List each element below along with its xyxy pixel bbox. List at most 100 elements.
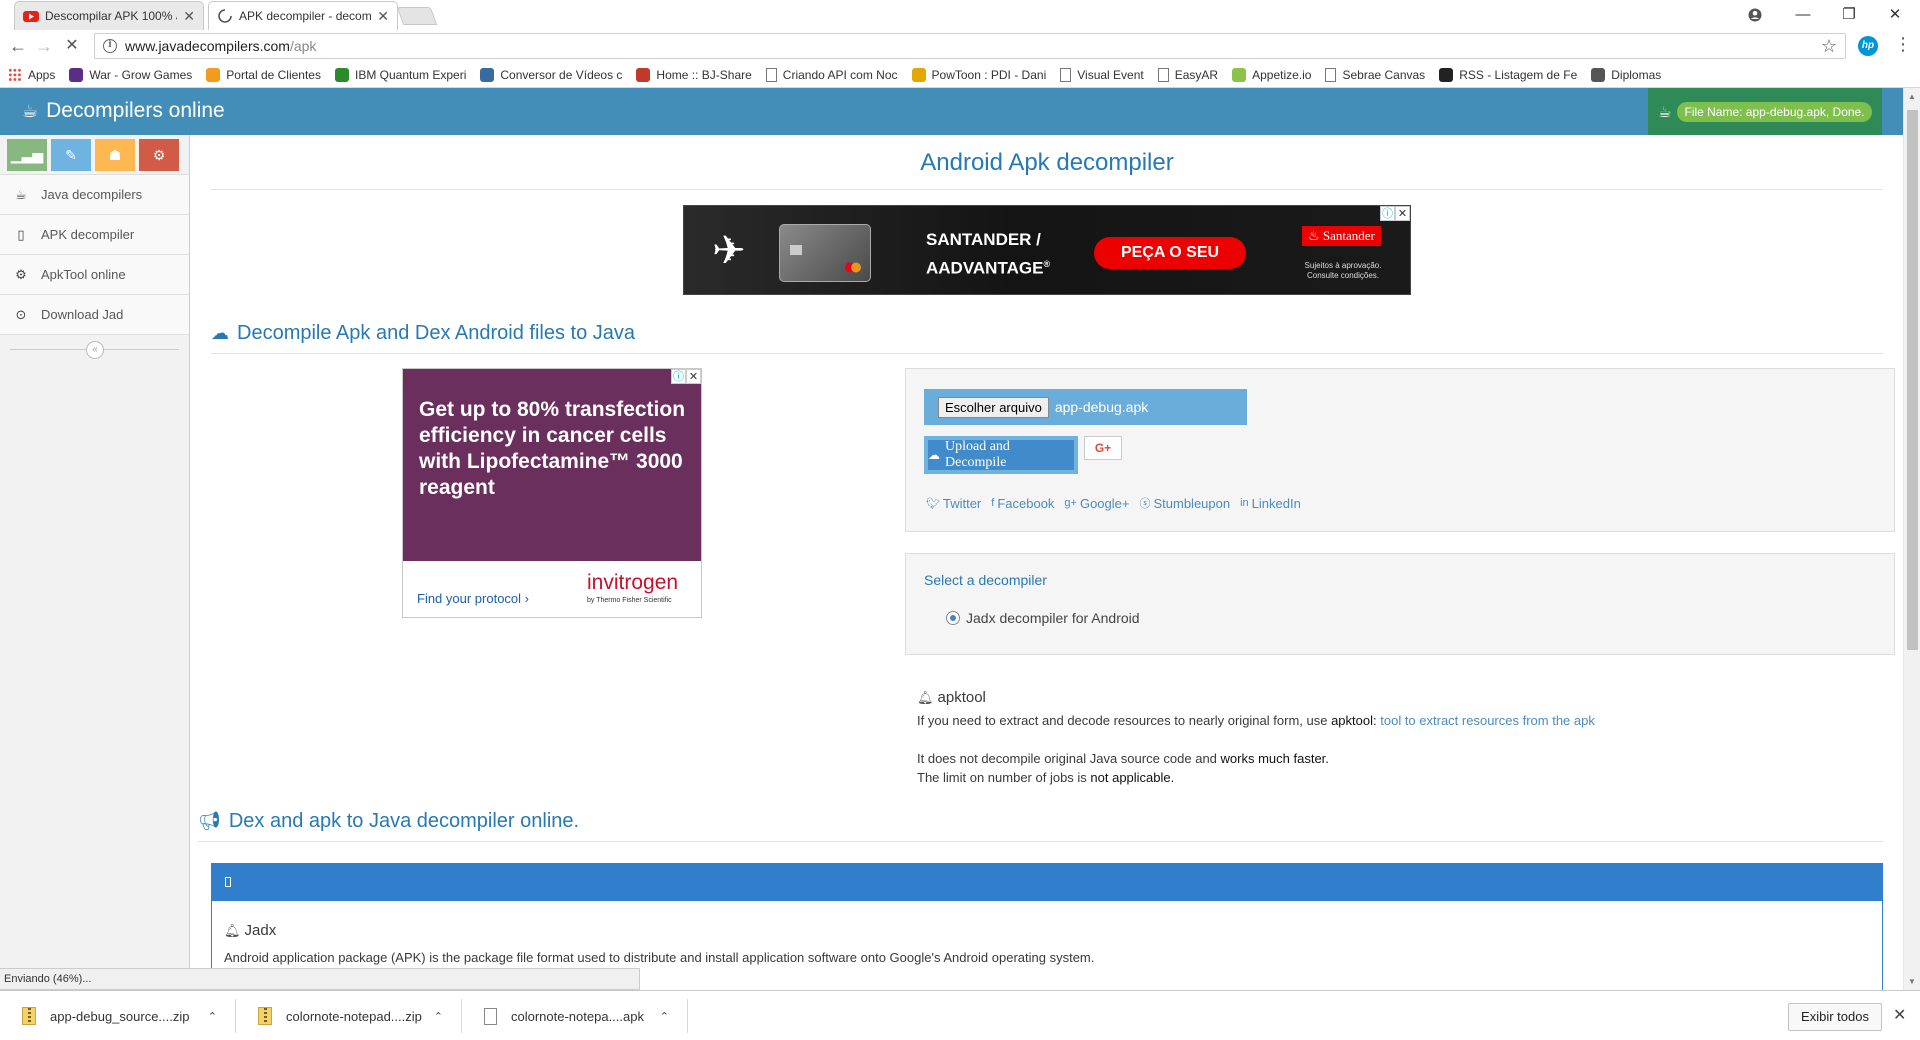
share-linkedin-link[interactable]: in LinkedIn (1240, 495, 1301, 511)
bookmark-item[interactable]: Conversor de Vídeos c (480, 67, 622, 82)
bookmark-label: Visual Event (1077, 67, 1144, 82)
sidebar-item-java-decompilers[interactable]: ☕ Java decompilers (0, 175, 189, 215)
ad-close-icon[interactable]: ✕ (1395, 206, 1410, 221)
santander-logo: ♨ Santander (1302, 226, 1381, 246)
institution-icon (1591, 67, 1606, 82)
download-item[interactable]: colornote-notepa....apk ⌃ (462, 999, 688, 1033)
bookmark-item[interactable]: Visual Event (1060, 67, 1144, 82)
googleplus-icon: g+ (1064, 497, 1077, 509)
share-googleplus-link[interactable]: g+ Google+ (1064, 495, 1129, 511)
chevron-up-icon[interactable]: ⌃ (660, 1010, 669, 1023)
close-tab-icon[interactable]: ✕ (377, 8, 389, 25)
close-tab-icon[interactable]: ✕ (183, 8, 195, 25)
double-chevron-left-icon[interactable]: « (86, 341, 104, 359)
bookmark-item[interactable]: Home :: BJ-Share (636, 67, 752, 82)
apps-grid-icon (8, 67, 22, 82)
download-item[interactable]: colornote-notepad....zip ⌃ (236, 999, 462, 1033)
file-input[interactable]: Escolher arquivo app-debug.apk (924, 389, 1247, 425)
bookmark-label: Portal de Clientes (226, 67, 321, 82)
file-status-badge: File Name: app-debug.apk, Done. (1677, 101, 1872, 122)
users-shortcut[interactable]: ☗ (95, 138, 135, 171)
bookmark-item[interactable]: IBM Quantum Experi (334, 67, 466, 82)
ad-close-icon[interactable]: ✕ (686, 369, 701, 384)
jadx-option[interactable]: Jadx decompiler for Android (946, 610, 1140, 626)
stop-loading-icon[interactable]: ✕ (60, 35, 84, 57)
download-file-name: colornote-notepa....apk (511, 1008, 644, 1024)
jadx-title: Jadx (244, 922, 277, 939)
scroll-up-arrow-icon[interactable]: ▲ (1908, 92, 1916, 101)
profile-icon[interactable] (1740, 4, 1770, 26)
upload-and-decompile-button[interactable]: ☁ Upload and Decompile (924, 436, 1078, 474)
file-icon (484, 1007, 497, 1025)
new-tab-button[interactable] (396, 7, 438, 25)
santander-ad-banner[interactable]: ✈ SANTANDER / AADVANTAGE® PEÇA O SEU ♨ S… (683, 205, 1411, 295)
bookmark-item[interactable]: Apps (8, 67, 55, 82)
share-facebook-link[interactable]: f Facebook (991, 495, 1054, 511)
bookmark-item[interactable]: War - Grow Games (69, 67, 192, 82)
apktool-link[interactable]: tool to extract resources from the apk (1380, 713, 1595, 728)
url-host: www.javadecompilers.com (125, 38, 290, 54)
zip-file-icon (22, 1007, 36, 1025)
close-downloads-icon[interactable]: ✕ (1893, 1005, 1906, 1025)
ad-choices[interactable]: ⓘ ✕ (671, 369, 701, 384)
page-info-icon[interactable]: i (103, 39, 117, 53)
powtoon-icon (911, 67, 926, 82)
restore-window-icon[interactable]: ❐ (1834, 4, 1864, 26)
show-all-downloads-button[interactable]: Exibir todos (1788, 1003, 1882, 1031)
bookmark-item[interactable]: EasyAR (1157, 67, 1218, 82)
share-stumbleupon-link[interactable]: ⓢ Stumbleupon (1139, 495, 1230, 511)
bookmark-item[interactable]: Appetize.io (1232, 67, 1311, 82)
bell-icon: 🔔︎ (917, 690, 934, 705)
pencil-icon: ✎ (65, 146, 77, 163)
chevron-up-icon[interactable]: ⌃ (434, 1010, 443, 1023)
back-arrow-icon[interactable]: ← (6, 35, 30, 57)
jadx-heading: 🔔︎ Jadx (224, 922, 276, 939)
hp-extension-icon[interactable]: hp (1858, 36, 1878, 56)
address-bar[interactable]: i www.javadecompilers.com/apk ☆ (94, 33, 1846, 59)
download-item[interactable]: app-debug_source....zip ⌃ (0, 999, 236, 1033)
choose-file-button[interactable]: Escolher arquivo (938, 396, 1049, 418)
share-label: Stumbleupon (1153, 495, 1231, 511)
bookmark-item[interactable]: Sebrae Canvas (1325, 67, 1425, 82)
chevron-up-icon[interactable]: ⌃ (208, 1010, 217, 1023)
edit-shortcut[interactable]: ✎ (51, 138, 91, 171)
share-label: Facebook (997, 495, 1055, 511)
ad-cta-button[interactable]: PEÇA O SEU (1094, 237, 1246, 269)
bookmark-item[interactable]: Criando API com Noc (765, 67, 898, 82)
browser-tab-youtube[interactable]: Descompilar APK 100% J ✕ (14, 1, 204, 30)
browser-tab-apk-decompiler[interactable]: APK decompiler - decom ✕ (208, 1, 398, 30)
share-twitter-link[interactable]: 🐦︎ Twitter (926, 495, 981, 511)
invitrogen-ad-banner[interactable]: Get up to 80% transfection efficiency in… (402, 368, 702, 618)
brand-link[interactable]: ☕ Decompilers online (22, 99, 225, 123)
stumbleupon-icon: ⓢ (1139, 498, 1151, 510)
browser-menu-icon[interactable]: ⋮ (1894, 34, 1912, 55)
bookmark-item[interactable]: PowToon : PDI - Dani (911, 67, 1046, 82)
scrollbar-thumb[interactable] (1907, 110, 1918, 650)
coffee-icon: ☕ (22, 100, 39, 121)
decompiler-select-panel: Select a decompiler Jadx decompiler for … (905, 553, 1895, 655)
close-window-icon[interactable]: ✕ (1880, 4, 1910, 26)
thermo-fisher-text: by Thermo Fisher Scientific (587, 597, 672, 604)
bookmark-item[interactable]: RSS - Listagem de Fe (1439, 67, 1577, 82)
forward-arrow-icon[interactable]: → (32, 35, 56, 57)
adchoices-info-icon[interactable]: ⓘ (1380, 206, 1395, 221)
settings-shortcut[interactable]: ⚙ (139, 138, 179, 171)
ad-choices[interactable]: ⓘ ✕ (1380, 206, 1410, 221)
page-scrollbar[interactable]: ▲ ▼ (1903, 88, 1920, 990)
scroll-down-arrow-icon[interactable]: ▼ (1908, 977, 1916, 986)
minimize-window-icon[interactable]: — (1788, 4, 1818, 26)
sidebar-item-apk-decompiler[interactable]: ▯ APK decompiler (0, 215, 189, 255)
adchoices-info-icon[interactable]: ⓘ (671, 369, 686, 384)
sidebar-item-apktool-online[interactable]: ⚙ ApkTool online (0, 255, 189, 295)
stats-shortcut[interactable]: ▁▃▅ (7, 138, 47, 171)
section-heading-dex: 📢︎ Dex and apk to Java decompiler online… (198, 810, 1883, 842)
bookmark-item[interactable]: Portal de Clientes (206, 67, 321, 82)
ad-link[interactable]: Find your protocol › (417, 591, 529, 606)
bookmark-label: Home :: BJ-Share (656, 67, 752, 82)
bookmarks-bar: Apps War - Grow Games Portal de Clientes IB… (0, 62, 1920, 88)
google-plus-button[interactable]: G+ (1084, 436, 1122, 460)
jadx-radio[interactable] (946, 611, 960, 625)
bookmark-item[interactable]: Diplomas (1591, 67, 1661, 82)
sidebar-item-download-jad[interactable]: ⊙ Download Jad (0, 295, 189, 335)
bookmark-star-icon[interactable]: ☆ (1821, 36, 1837, 57)
